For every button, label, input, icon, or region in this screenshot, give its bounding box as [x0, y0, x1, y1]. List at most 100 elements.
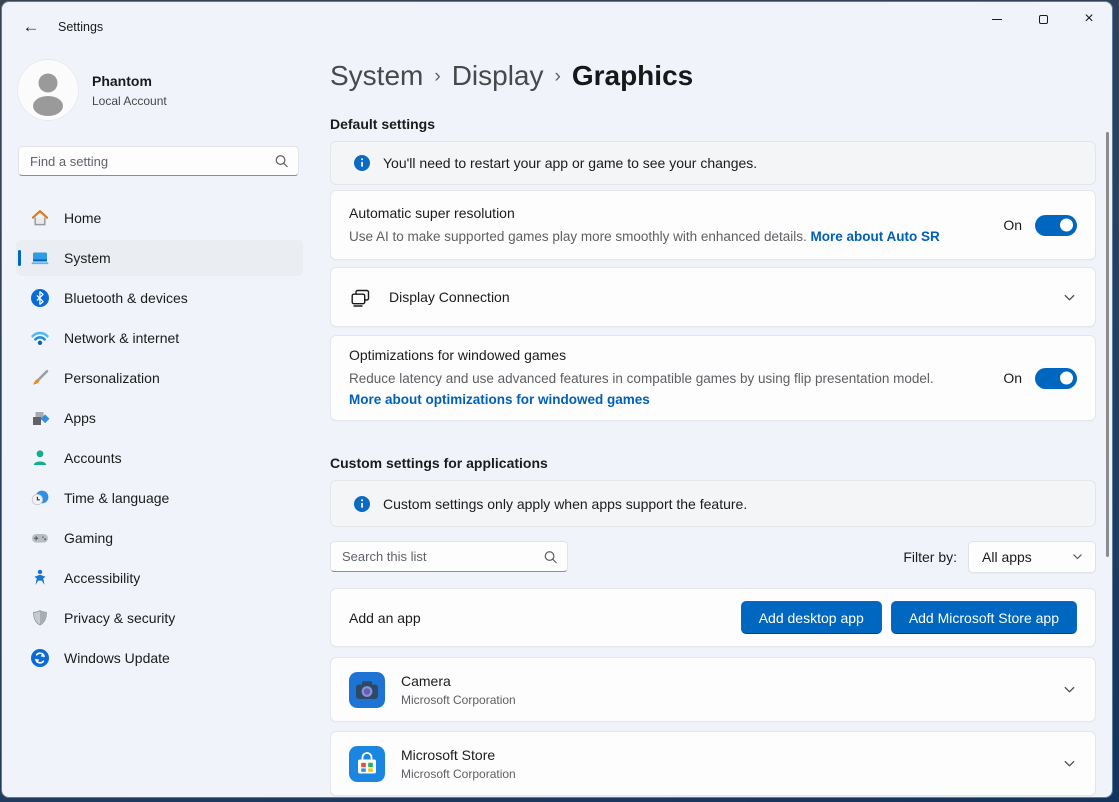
sidebar-item-label: Accessibility — [64, 570, 140, 586]
network-icon — [30, 328, 50, 348]
maximize-icon — [1039, 15, 1048, 24]
app-publisher: Microsoft Corporation — [401, 693, 516, 707]
auto-sr-toggle-state: On — [1003, 217, 1022, 233]
app-row-microsoft-store[interactable]: Microsoft Store Microsoft Corporation — [330, 731, 1096, 796]
user-account-type: Local Account — [92, 94, 167, 108]
breadcrumb: System › Display › Graphics — [330, 60, 1096, 92]
app-name: Microsoft Store — [401, 747, 516, 763]
chevron-down-icon — [1071, 550, 1084, 563]
app-publisher: Microsoft Corporation — [401, 767, 516, 781]
breadcrumb-separator: › — [555, 66, 561, 87]
chevron-down-icon — [1062, 290, 1077, 305]
chevron-down-icon — [1062, 756, 1077, 771]
close-icon: × — [1084, 11, 1093, 27]
vertical-scrollbar-thumb[interactable] — [1106, 132, 1109, 557]
bluetooth-icon — [30, 288, 50, 308]
sidebar-item-label: Windows Update — [64, 650, 170, 666]
custom-settings-info-banner: Custom settings only apply when apps sup… — [330, 480, 1096, 527]
sidebar-item-system[interactable]: System — [16, 240, 303, 276]
filter-value: All apps — [982, 549, 1032, 565]
minimize-button[interactable] — [974, 2, 1020, 36]
sidebar-nav: Home System Bluetooth & devices Network … — [2, 200, 317, 680]
page-title: Graphics — [572, 60, 693, 91]
display-connection-expander[interactable]: Display Connection — [330, 267, 1096, 327]
display-connection-icon — [349, 286, 372, 309]
auto-sr-description: Use AI to make supported games play more… — [349, 229, 807, 244]
info-icon — [354, 496, 370, 512]
sidebar-item-accessibility[interactable]: Accessibility — [16, 560, 303, 596]
settings-window: ← Settings × Phantom Local Account — [1, 1, 1113, 798]
titlebar: ← Settings × — [2, 2, 1112, 50]
home-icon — [30, 208, 50, 228]
main-content: System›Display›Graphics Default settings… — [330, 50, 1096, 797]
close-button[interactable]: × — [1066, 2, 1112, 36]
search-this-list-input[interactable] — [330, 541, 568, 572]
app-row-camera[interactable]: Camera Microsoft Corporation — [330, 657, 1096, 722]
auto-sr-toggle[interactable] — [1035, 215, 1077, 236]
more-about-windowed-games-link[interactable]: More about optimizations for windowed ga… — [349, 392, 650, 407]
system-icon — [30, 248, 50, 268]
windows-update-icon — [30, 648, 50, 668]
window-controls: × — [974, 2, 1112, 36]
sidebar-item-home[interactable]: Home — [16, 200, 303, 236]
add-an-app-card: Add an app Add desktop app Add Microsoft… — [330, 588, 1096, 647]
apps-icon — [30, 408, 50, 428]
sidebar-item-gaming[interactable]: Gaming — [16, 520, 303, 556]
add-an-app-label: Add an app — [349, 610, 421, 626]
back-button[interactable]: ← — [14, 12, 48, 42]
windowed-games-toggle[interactable] — [1035, 368, 1077, 389]
windowed-games-title: Optimizations for windowed games — [349, 347, 934, 363]
app-name: Camera — [401, 673, 516, 689]
back-arrow-icon: ← — [23, 17, 40, 37]
sidebar-item-label: Privacy & security — [64, 610, 175, 626]
gaming-icon — [30, 528, 50, 548]
sidebar-item-bluetooth-devices[interactable]: Bluetooth & devices — [16, 280, 303, 316]
app-title: Settings — [58, 20, 103, 34]
sidebar-item-label: Bluetooth & devices — [64, 290, 188, 306]
more-about-auto-sr-link[interactable]: More about Auto SR — [811, 229, 940, 244]
breadcrumb-display[interactable]: Display — [452, 60, 544, 91]
sidebar-item-time-language[interactable]: Time & language — [16, 480, 303, 516]
sidebar-item-accounts[interactable]: Accounts — [16, 440, 303, 476]
maximize-button[interactable] — [1020, 2, 1066, 36]
sidebar-item-label: Apps — [64, 410, 96, 426]
breadcrumb-separator: › — [434, 66, 440, 87]
windowed-games-card: Optimizations for windowed games Reduce … — [330, 335, 1096, 421]
sidebar-item-label: Gaming — [64, 530, 113, 546]
windowed-games-description: Reduce latency and use advanced features… — [349, 369, 934, 388]
list-toolbar: Filter by: All apps — [330, 541, 1096, 572]
custom-settings-info-text: Custom settings only apply when apps sup… — [383, 496, 747, 512]
section-custom-settings-title: Custom settings for applications — [330, 455, 1096, 471]
sidebar-item-privacy-security[interactable]: Privacy & security — [16, 600, 303, 636]
sidebar-item-label: Home — [64, 210, 101, 226]
camera-app-icon — [349, 672, 385, 708]
user-profile[interactable]: Phantom Local Account — [18, 60, 167, 120]
sidebar-item-windows-update[interactable]: Windows Update — [16, 640, 303, 676]
minimize-icon — [992, 19, 1002, 20]
auto-sr-title: Automatic super resolution — [349, 205, 940, 221]
find-a-setting-input[interactable] — [18, 146, 299, 176]
sidebar-item-personalization[interactable]: Personalization — [16, 360, 303, 396]
sidebar-item-label: Accounts — [64, 450, 122, 466]
filter-dropdown[interactable]: All apps — [968, 541, 1096, 573]
personalization-icon — [30, 368, 50, 388]
breadcrumb-system[interactable]: System — [330, 60, 423, 91]
sidebar-item-label: Personalization — [64, 370, 160, 386]
sidebar-item-network-internet[interactable]: Network & internet — [16, 320, 303, 356]
add-desktop-app-button[interactable]: Add desktop app — [741, 601, 882, 634]
add-microsoft-store-app-button[interactable]: Add Microsoft Store app — [891, 601, 1077, 634]
microsoft-store-app-icon — [349, 746, 385, 782]
restart-info-banner: You'll need to restart your app or game … — [330, 141, 1096, 185]
display-connection-title: Display Connection — [389, 289, 510, 305]
toggle-knob — [1060, 219, 1073, 232]
auto-super-resolution-card: Automatic super resolution Use AI to mak… — [330, 190, 1096, 260]
sidebar-item-label: Time & language — [64, 490, 169, 506]
accessibility-icon — [30, 568, 50, 588]
toggle-knob — [1060, 372, 1073, 385]
windowed-games-toggle-state: On — [1003, 370, 1022, 386]
accounts-icon — [30, 448, 50, 468]
sidebar-item-apps[interactable]: Apps — [16, 400, 303, 436]
privacy-security-icon — [30, 608, 50, 628]
avatar — [18, 60, 78, 120]
restart-info-text: You'll need to restart your app or game … — [383, 155, 757, 171]
